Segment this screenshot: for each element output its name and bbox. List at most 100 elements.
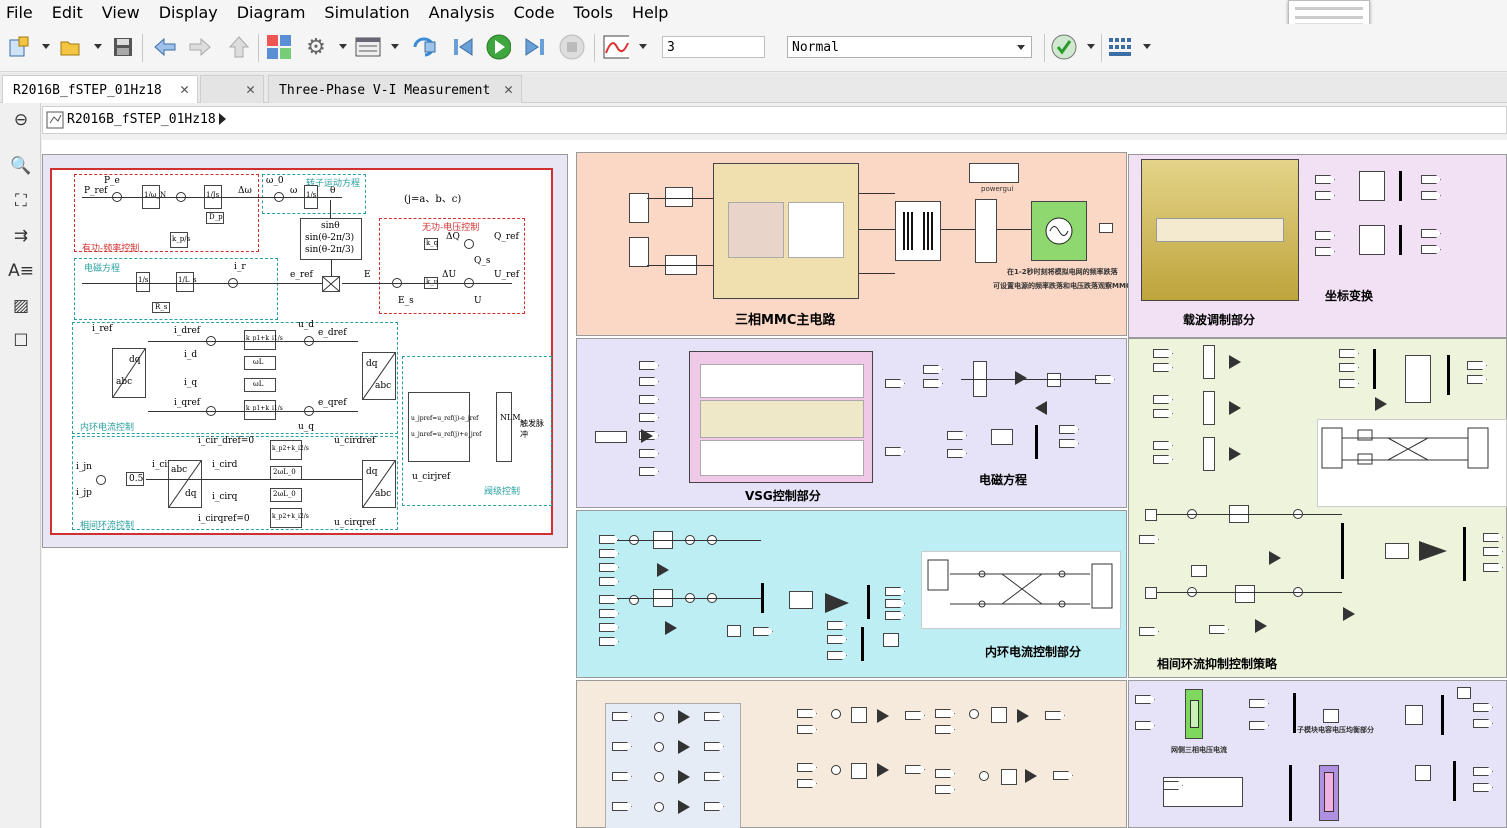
menu-display[interactable]: Display bbox=[159, 3, 218, 22]
control-diagram-image[interactable]: 转子运动方程 有功-频率控制 无功-电压控制 电磁方程 内环电流控制 阀级控制 … bbox=[42, 154, 568, 548]
menu-analysis[interactable]: Analysis bbox=[429, 3, 495, 22]
inport bbox=[1315, 247, 1335, 256]
area-carrier[interactable]: 载波调制部分 坐标变换 bbox=[1128, 154, 1507, 338]
menu-help[interactable]: Help bbox=[632, 3, 668, 22]
step-forward-icon[interactable] bbox=[522, 34, 548, 60]
inport bbox=[1315, 175, 1335, 184]
close-icon[interactable]: ✕ bbox=[504, 80, 513, 98]
library-browser-icon[interactable] bbox=[266, 34, 292, 60]
forward-icon[interactable] bbox=[187, 34, 213, 60]
sum-group bbox=[605, 703, 741, 828]
stop-icon[interactable] bbox=[559, 34, 585, 60]
grid-measure-inner bbox=[1190, 700, 1199, 728]
inport bbox=[612, 772, 632, 781]
settings-gear-icon[interactable]: ⚙ bbox=[303, 34, 329, 60]
tab-bar: R2016B_fSTEP_01Hz18 ✕ ✕ Three-Phase V-I … bbox=[0, 73, 1507, 103]
arrow-route-icon[interactable]: ⇉ bbox=[10, 225, 32, 247]
label-qs: Q_s bbox=[474, 256, 491, 266]
wire bbox=[331, 260, 332, 276]
menu-diagram[interactable]: Diagram bbox=[237, 3, 306, 22]
build-icon[interactable] bbox=[1107, 34, 1133, 60]
step-back-icon[interactable] bbox=[450, 34, 476, 60]
gain-block bbox=[678, 710, 690, 724]
back-icon[interactable] bbox=[152, 34, 178, 60]
label-ijp: i_jp bbox=[76, 488, 92, 498]
menu-code[interactable]: Code bbox=[514, 3, 555, 22]
breadcrumb[interactable]: R2016B_fSTEP_01Hz18 bbox=[67, 112, 216, 127]
grid-measure-block[interactable] bbox=[1185, 689, 1203, 739]
close-icon[interactable]: ✕ bbox=[180, 80, 189, 98]
inport bbox=[1339, 379, 1359, 388]
outport bbox=[1421, 191, 1441, 200]
block-kq: k_q bbox=[424, 238, 438, 250]
left-palette: ⊖ 🔍 ⛶ ⇉ A≡ ▨ ☐ bbox=[0, 103, 41, 828]
simulation-mode-select[interactable]: Normal bbox=[787, 36, 1032, 58]
label-qref: Q_ref bbox=[494, 232, 519, 242]
area-inner-current[interactable]: 内环电流控制部分 bbox=[576, 510, 1127, 678]
breadcrumb-arrow-icon[interactable] bbox=[219, 113, 226, 125]
sum-junction bbox=[464, 239, 474, 249]
update-diagram-icon[interactable] bbox=[411, 34, 437, 60]
image-icon[interactable]: ▨ bbox=[10, 295, 32, 317]
up-icon[interactable] bbox=[226, 34, 252, 60]
close-icon[interactable]: ✕ bbox=[246, 80, 255, 98]
block-pi2: k_p2+k_i2/s bbox=[270, 508, 309, 528]
new-model-icon[interactable] bbox=[6, 34, 32, 60]
area-label-circ: 相间环流抑制控制策略 bbox=[1157, 657, 1278, 671]
carrier-subsystem[interactable] bbox=[1141, 159, 1299, 301]
area-grid-side[interactable]: 网侧三相电压电流 子模块电容电压均衡部分 bbox=[1128, 680, 1507, 828]
powergui-block[interactable] bbox=[969, 163, 1019, 183]
area-icon[interactable]: ☐ bbox=[10, 330, 32, 352]
run-icon[interactable] bbox=[485, 34, 511, 60]
chevron-down-icon[interactable] bbox=[1087, 44, 1095, 49]
vsg-subsystem[interactable] bbox=[689, 351, 873, 483]
gain-block bbox=[678, 800, 690, 814]
chevron-down-icon[interactable] bbox=[639, 44, 647, 49]
model-explorer-icon[interactable] bbox=[355, 34, 381, 60]
tab-model[interactable]: R2016B_fSTEP_01Hz18 ✕ bbox=[2, 75, 198, 103]
tab-vi-measurement[interactable]: Three-Phase V-I Measurement ✕ bbox=[268, 75, 522, 103]
vsg-inner-preview bbox=[700, 364, 864, 398]
menu-simulation[interactable]: Simulation bbox=[324, 3, 409, 22]
ac-source-block[interactable] bbox=[1031, 201, 1087, 261]
label-em: 电磁方程 bbox=[84, 264, 121, 274]
stop-time-input[interactable]: 3 bbox=[662, 36, 765, 58]
ground-terminal bbox=[1099, 223, 1113, 233]
inport bbox=[599, 535, 619, 544]
mmc-subsystem[interactable] bbox=[713, 163, 859, 299]
area-circulating[interactable]: 相间环流抑制控制策略 bbox=[1128, 338, 1507, 678]
block-dp: D_p bbox=[206, 212, 224, 224]
menu-view[interactable]: View bbox=[102, 3, 140, 22]
chevron-down-icon[interactable] bbox=[1143, 44, 1151, 49]
menu-edit[interactable]: Edit bbox=[52, 3, 83, 22]
menu-file[interactable]: File bbox=[6, 3, 33, 22]
area-vsg[interactable]: VSG控制部分 电磁方程 bbox=[576, 338, 1127, 508]
save-icon[interactable] bbox=[110, 34, 136, 60]
scope-icon[interactable] bbox=[603, 34, 629, 60]
area-mmc-main[interactable]: powergui 在1-2秒时刻将模拟电网的频率跌落 可设置电源的频率跌落和电压… bbox=[576, 152, 1159, 336]
zoom-icon[interactable]: 🔍 bbox=[10, 155, 32, 177]
chevron-down-icon[interactable] bbox=[339, 44, 347, 49]
menu-tools[interactable]: Tools bbox=[574, 3, 613, 22]
open-icon[interactable] bbox=[58, 34, 84, 60]
outport bbox=[1059, 439, 1079, 448]
sum-junction bbox=[629, 595, 639, 605]
model-canvas[interactable]: 转子运动方程 有功-频率控制 无功-电压控制 电磁方程 内环电流控制 阀级控制 … bbox=[42, 140, 1507, 828]
selector-block[interactable] bbox=[1319, 765, 1339, 821]
area-bottom-middle[interactable] bbox=[576, 680, 1127, 828]
label-icirq: i_cirq bbox=[212, 492, 238, 502]
chevron-down-icon[interactable] bbox=[94, 44, 102, 49]
vi-measurement-block[interactable] bbox=[975, 199, 997, 263]
annotation-icon[interactable]: A≡ bbox=[8, 260, 34, 282]
label-edref: e_dref bbox=[318, 328, 347, 338]
wire bbox=[148, 411, 358, 412]
hide-browser-icon[interactable]: ⊖ bbox=[10, 109, 32, 131]
check-icon[interactable] bbox=[1051, 34, 1077, 60]
wire bbox=[342, 283, 512, 284]
fit-to-view-icon[interactable]: ⛶ bbox=[10, 190, 32, 212]
chevron-down-icon[interactable] bbox=[391, 44, 399, 49]
transformer-block[interactable] bbox=[895, 201, 941, 261]
tab-blank[interactable]: ✕ bbox=[200, 75, 264, 103]
area-label-em: 电磁方程 bbox=[979, 473, 1028, 487]
chevron-down-icon[interactable] bbox=[42, 44, 50, 49]
